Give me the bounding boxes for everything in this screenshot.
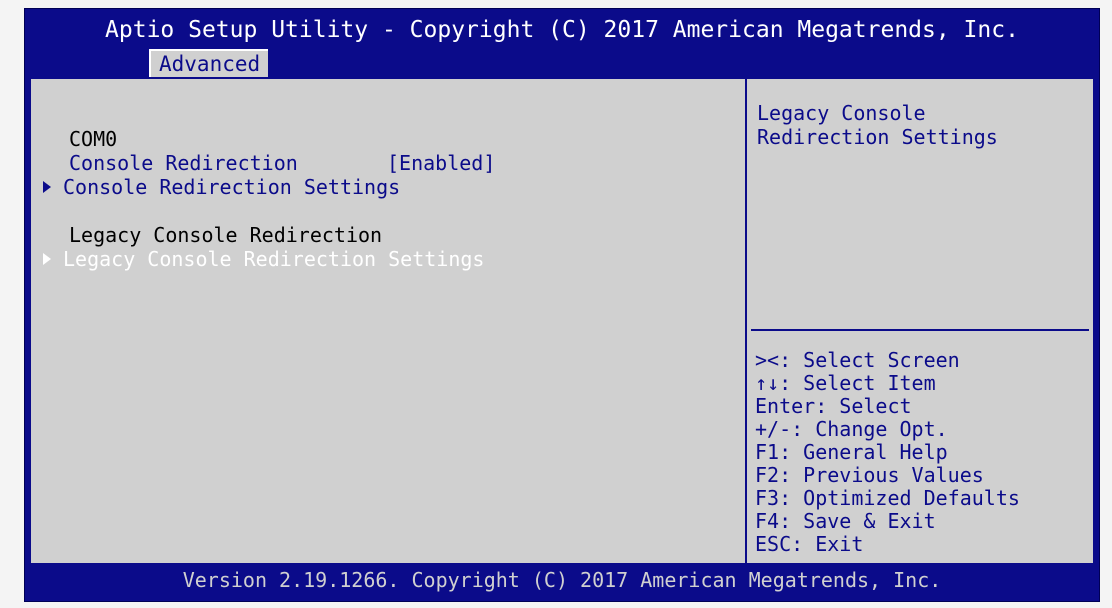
key-general-help: F1: General Help [755, 440, 948, 464]
bios-frame: Aptio Setup Utility - Copyright (C) 2017… [24, 8, 1100, 602]
legacy-console-redirection-settings-label: Legacy Console Redirection Settings [63, 247, 485, 271]
console-redirection-label: Console Redirection [69, 151, 298, 175]
key-save-exit: F4: Save & Exit [755, 509, 936, 533]
legacy-console-redirection-settings-item[interactable]: Legacy Console Redirection Settings [43, 247, 484, 271]
settings-panel: COM0 Console Redirection [Enabled] Conso… [31, 79, 743, 563]
console-redirection-settings-label: Console Redirection Settings [63, 175, 401, 199]
version-footer: Version 2.19.1266. Copyright (C) 2017 Am… [182, 568, 942, 592]
key-change-opt: +/-: Change Opt. [755, 417, 948, 441]
submenu-arrow-icon [43, 253, 51, 265]
app-title: Aptio Setup Utility - Copyright (C) 2017… [105, 17, 1019, 43]
console-redirection-value[interactable]: [Enabled] [387, 151, 495, 175]
key-previous-values: F2: Previous Values [755, 463, 984, 487]
key-optimized-defaults: F3: Optimized Defaults [755, 486, 1020, 510]
key-select-screen: ><: Select Screen [755, 348, 960, 372]
title-bar: Aptio Setup Utility - Copyright (C) 2017… [25, 9, 1099, 79]
com-port-label: COM0 [69, 127, 118, 151]
help-panel: Legacy Console Redirection Settings ><: … [745, 79, 1093, 563]
console-redirection-settings-item[interactable]: Console Redirection Settings [43, 175, 400, 199]
tab-advanced[interactable]: Advanced [149, 49, 269, 77]
content-area: COM0 Console Redirection [Enabled] Conso… [31, 79, 1093, 563]
legacy-console-label: Legacy Console Redirection [69, 223, 383, 247]
console-redirection-row[interactable]: Console Redirection [Enabled] [69, 151, 495, 175]
key-select-item: ↑↓: Select Item [755, 371, 936, 395]
key-esc-exit: ESC: Exit [755, 532, 864, 556]
key-legend: ><: Select Screen ↑↓: Select Item Enter:… [755, 349, 1020, 556]
key-enter-select: Enter: Select [755, 394, 912, 418]
submenu-arrow-icon [43, 181, 51, 193]
help-description: Legacy Console Redirection Settings [757, 101, 998, 149]
help-divider [751, 329, 1089, 331]
